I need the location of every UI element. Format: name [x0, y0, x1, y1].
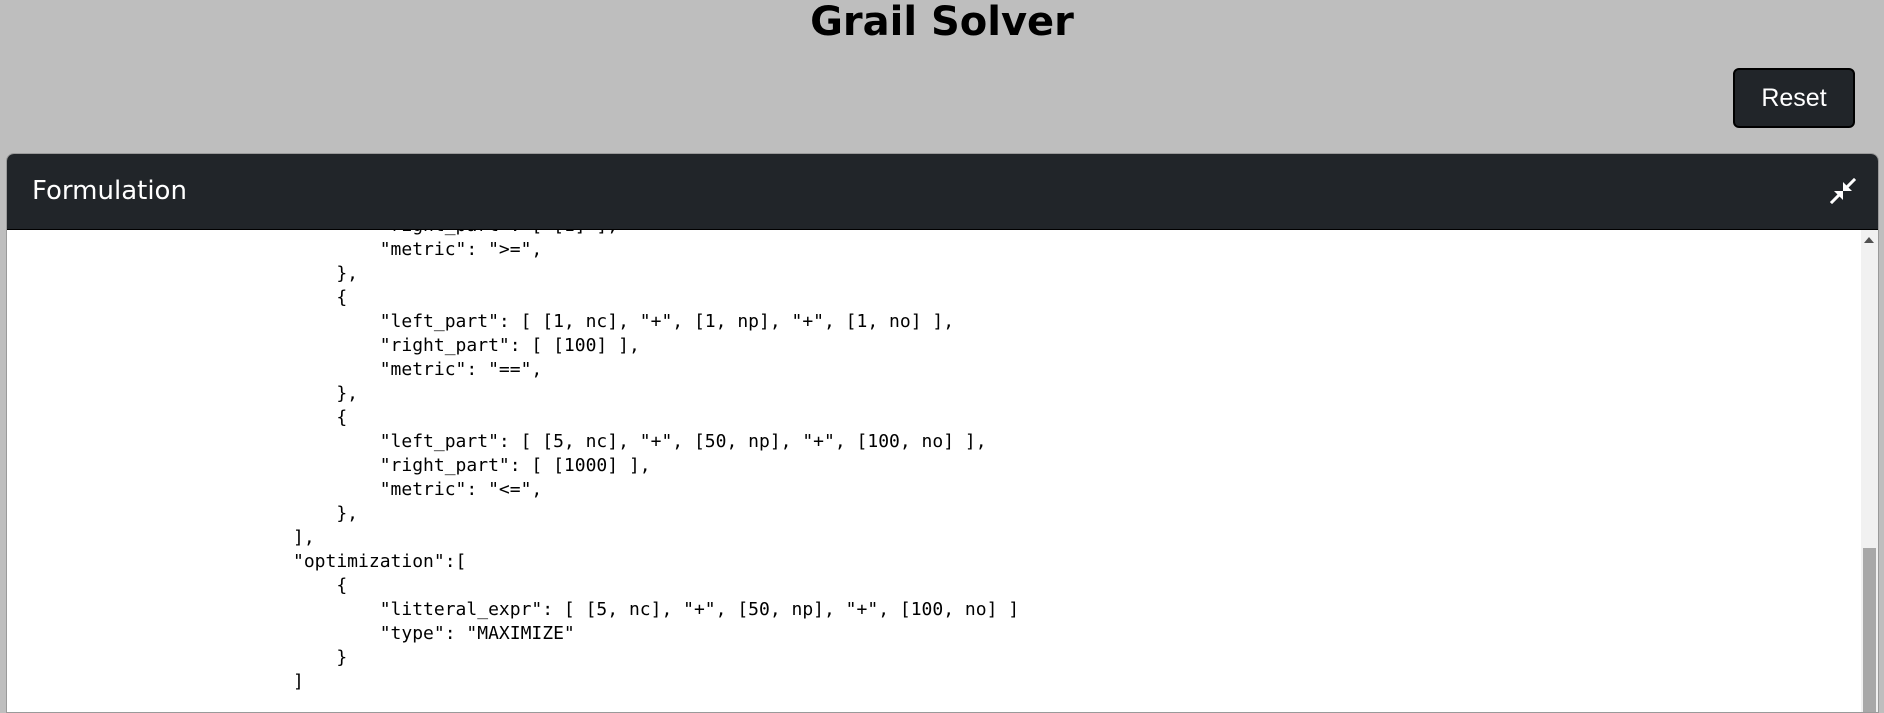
code-line: }, — [293, 383, 359, 404]
code-line: "metric": "==", — [293, 359, 543, 380]
code-line: "type": "MAXIMIZE" — [293, 623, 575, 644]
reset-button[interactable]: Reset — [1733, 68, 1855, 128]
formulation-panel: Formulation "right_part": [ [1] ], "metr… — [6, 153, 1879, 713]
code-line: "right_part": [ [100] ], — [293, 335, 640, 356]
panel-body: "right_part": [ [1] ], "metric": ">=", }… — [7, 230, 1878, 712]
code-line: } — [293, 647, 348, 668]
panel-header: Formulation — [7, 154, 1878, 230]
code-line: "litteral_expr": [ [5, nc], "+", [50, np… — [293, 599, 1020, 620]
code-line: }, — [293, 503, 359, 524]
code-line: "optimization":[ — [293, 551, 467, 572]
code-line: ] — [293, 671, 304, 692]
code-line: }, — [293, 263, 359, 284]
panel-title: Formulation — [32, 176, 187, 206]
code-line: "metric": ">=", — [293, 239, 543, 260]
compress-arrows-icon[interactable] — [1829, 177, 1857, 205]
code-line: { — [293, 575, 348, 596]
code-line: "metric": "<=", — [293, 479, 543, 500]
code-line: { — [293, 287, 348, 308]
scrollbar-thumb[interactable] — [1863, 548, 1876, 712]
formulation-code-viewport[interactable]: "right_part": [ [1] ], "metric": ">=", }… — [7, 230, 1861, 712]
code-line: ], — [293, 527, 315, 548]
formulation-code: "right_part": [ [1] ], "metric": ">=", }… — [7, 230, 1019, 694]
page-title: Grail Solver — [810, 0, 1074, 45]
vertical-scrollbar[interactable] — [1861, 230, 1878, 712]
code-line: "left_part": [ [5, nc], "+", [50, np], "… — [293, 431, 987, 452]
code-line: "right_part": [ [1000] ], — [293, 455, 651, 476]
code-line: { — [293, 407, 348, 428]
code-line: "right_part": [ [1] ], — [293, 230, 1019, 238]
code-line: "left_part": [ [1, nc], "+", [1, np], "+… — [293, 311, 955, 332]
scroll-up-arrow-icon[interactable] — [1864, 237, 1874, 243]
